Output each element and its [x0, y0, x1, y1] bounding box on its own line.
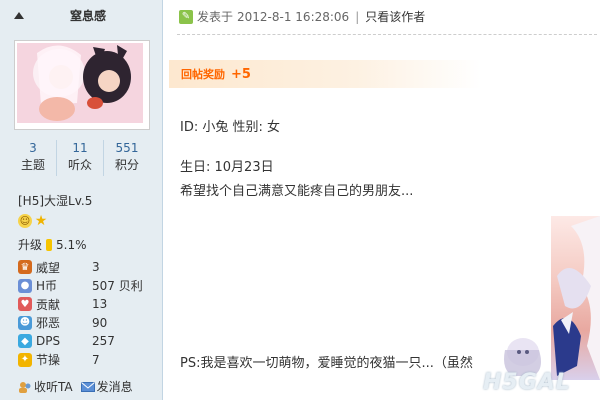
property-label: 威望	[36, 260, 61, 275]
follow-button[interactable]: 收听TA	[18, 378, 73, 395]
property-value: 13	[92, 297, 108, 312]
property-row: ☻ 邪恶 90	[18, 314, 143, 333]
anime-girl-icon	[553, 216, 600, 380]
message-button[interactable]: 发消息	[80, 378, 133, 395]
stat-label: 主题	[20, 158, 45, 172]
star-medal-icon[interactable]: ★	[34, 213, 48, 229]
stat-value[interactable]: 3	[10, 140, 56, 156]
smiley-medal-icon[interactable]: ☺	[18, 214, 32, 228]
users-icon	[19, 381, 31, 393]
stat-value[interactable]: 11	[57, 140, 103, 156]
stat-value[interactable]: 551	[104, 140, 150, 156]
upgrade-progress: 升级 5.1%	[18, 236, 87, 253]
medal-row: ☺ ★	[18, 213, 48, 229]
author-name[interactable]: 窒息感	[70, 7, 106, 24]
property-label: 节操	[36, 353, 61, 368]
property-label: 邪恶	[36, 316, 61, 331]
property-row: ✦ 节操 7	[18, 351, 143, 370]
avatar-frame[interactable]	[14, 40, 150, 130]
property-row: ♛ 威望 3	[18, 258, 143, 277]
stat-followers[interactable]: 11 听众	[56, 140, 103, 176]
envelope-icon	[80, 381, 95, 392]
user-properties: ♛ 威望 3 ● H币 507 贝利 ♥ 贡献 13 ☻ 邪恶 90 ◆ DPS…	[18, 258, 143, 369]
divider	[177, 34, 597, 35]
author-header: 窒息感	[0, 0, 162, 30]
reply-reward-banner: 回帖奖励 +5	[169, 60, 481, 88]
posted-time: 2012-8-1 16:28:06	[237, 9, 350, 24]
collapse-triangle-icon[interactable]	[14, 11, 24, 19]
gem-icon: ◆	[18, 334, 32, 349]
avatar-artwork-icon	[17, 43, 143, 123]
message-label[interactable]: 发消息	[97, 378, 133, 395]
property-row: ♥ 贡献 13	[18, 295, 143, 314]
upgrade-label: 升级	[18, 238, 43, 252]
anime-illustration	[551, 216, 600, 380]
stat-label: 听众	[67, 158, 92, 172]
meta-separator: |	[355, 9, 360, 24]
property-value: 507 贝利	[92, 279, 143, 294]
progress-bar-icon	[46, 238, 53, 251]
post-meta: ✎ 发表于 2012-8-1 16:28:06 | 只看该作者	[179, 8, 425, 25]
stat-label: 积分	[114, 158, 139, 172]
user-level[interactable]: [H5]大湿Lv.5	[18, 192, 92, 209]
property-value: 3	[92, 260, 100, 275]
post-line-id: ID: 小兔 性别: 女	[180, 120, 281, 135]
reward-label: 回帖奖励	[181, 68, 225, 81]
posted-prefix: 发表于	[197, 10, 234, 24]
devil-icon: ☻	[18, 315, 32, 330]
author-sidebar: 窒息感 3 主题 11 听众 551 积分 [H5]大湿Lv.5 ☺ ★ 升级 …	[0, 0, 163, 400]
site-watermark: H5GAL	[483, 370, 571, 395]
stat-points[interactable]: 551 积分	[103, 140, 150, 176]
stat-topics[interactable]: 3 主题	[10, 140, 56, 176]
property-value: 257	[92, 334, 115, 349]
post-line-ps: PS:我是喜欢一切萌物，爱睡觉的夜猫一只...（虽然	[180, 356, 473, 371]
heart-icon: ♥	[18, 297, 32, 312]
bulb-icon: ✦	[18, 352, 32, 367]
post-line-birthday: 生日: 10月23日	[180, 160, 274, 175]
online-status-icon: ✎	[179, 9, 193, 24]
coin-icon: ●	[18, 278, 32, 293]
property-value: 90	[92, 315, 108, 330]
author-actions: 收听TA 发消息	[18, 378, 133, 395]
follow-label[interactable]: 收听TA	[34, 378, 73, 395]
reward-value: +5	[231, 66, 251, 82]
crown-icon: ♛	[18, 260, 32, 275]
only-author-link[interactable]: 只看该作者	[365, 8, 425, 25]
post-line-wish: 希望找个自己满意又能疼自己的男朋友...	[180, 184, 414, 199]
property-label: DPS	[36, 334, 61, 349]
post-content-area: ✎ 发表于 2012-8-1 16:28:06 | 只看该作者 回帖奖励 +5 …	[163, 0, 600, 400]
property-label: 贡献	[36, 297, 61, 312]
property-row: ● H币 507 贝利	[18, 277, 143, 296]
author-stats: 3 主题 11 听众 551 积分	[10, 140, 150, 176]
property-label: H币	[36, 279, 58, 294]
upgrade-value: 5.1%	[56, 237, 87, 252]
avatar[interactable]	[17, 43, 143, 123]
property-value: 7	[92, 352, 100, 367]
property-row: ◆ DPS 257	[18, 332, 143, 351]
